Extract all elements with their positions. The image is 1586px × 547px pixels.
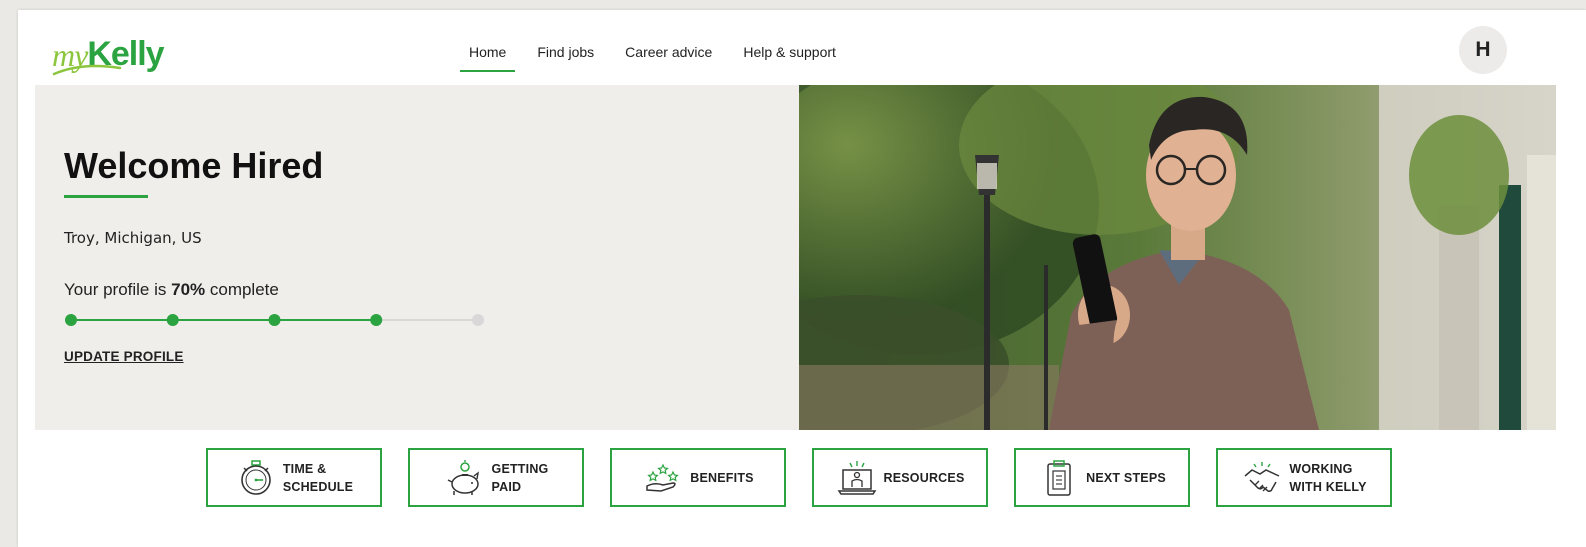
man-with-phone-photo — [799, 85, 1556, 430]
profile-percent: 70% — [171, 280, 206, 299]
nav-help-support[interactable]: Help & support — [734, 38, 845, 72]
nav-find-jobs[interactable]: Find jobs — [528, 38, 603, 72]
tile-label: NEXT STEPS — [1086, 470, 1166, 485]
main-nav: Home Find jobs Career advice Help & supp… — [460, 38, 858, 72]
welcome-heading: Welcome Hired — [64, 145, 324, 186]
nav-career-advice[interactable]: Career advice — [616, 38, 721, 72]
hand-stars-icon — [642, 458, 684, 498]
logo-swoosh-icon — [52, 64, 122, 76]
progress-step-dot — [268, 314, 281, 326]
profile-progress-bar — [65, 314, 484, 326]
tile-label: RESOURCES — [883, 470, 965, 485]
tile-resources[interactable]: RESOURCES — [812, 448, 988, 507]
tile-label: GETTING PAID — [491, 461, 549, 494]
profile-prefix: Your profile is — [64, 280, 172, 299]
progress-step-dot — [65, 314, 77, 326]
clipboard-icon — [1038, 458, 1080, 498]
nav-home[interactable]: Home — [460, 38, 516, 72]
tile-benefits[interactable]: BENEFITS — [610, 448, 786, 507]
hero-photo — [799, 85, 1556, 430]
profile-completion-text: Your profile is 70% complete — [64, 280, 279, 300]
tile-label: TIME & SCHEDULE — [282, 461, 354, 494]
quick-links: TIME & SCHEDULE GETTING PAID BENEFITS RE… — [206, 448, 1392, 507]
progress-step-dot — [166, 314, 179, 326]
laptop-person-icon — [836, 458, 878, 498]
progress-step-dot — [370, 314, 383, 326]
profile-suffix: complete — [205, 280, 279, 299]
progress-step-dot — [472, 314, 484, 326]
tile-working-with-kelly[interactable]: WORKING WITH KELLY — [1216, 448, 1392, 507]
welcome-panel: Welcome Hired Troy, Michigan, US Your pr… — [35, 85, 799, 430]
user-location: Troy, Michigan, US — [64, 229, 202, 247]
browser-viewport: my Kelly Home Find jobs Career advice Hel… — [18, 10, 1586, 547]
stopwatch-icon — [235, 458, 277, 498]
piggy-bank-icon — [444, 458, 486, 498]
tile-label: BENEFITS — [690, 470, 754, 485]
user-avatar[interactable]: H — [1459, 26, 1507, 74]
tile-getting-paid[interactable]: GETTING PAID — [408, 448, 584, 507]
tile-label: WORKING WITH KELLY — [1289, 461, 1367, 494]
mykelly-logo[interactable]: my Kelly — [52, 26, 165, 76]
welcome-underline — [64, 195, 148, 198]
tile-time-schedule[interactable]: TIME & SCHEDULE — [206, 448, 382, 507]
site-header: my Kelly Home Find jobs Career advice Hel… — [18, 10, 1586, 86]
tile-next-steps[interactable]: NEXT STEPS — [1014, 448, 1190, 507]
handshake-icon — [1241, 458, 1283, 498]
update-profile-link[interactable]: UPDATE PROFILE — [64, 349, 184, 364]
